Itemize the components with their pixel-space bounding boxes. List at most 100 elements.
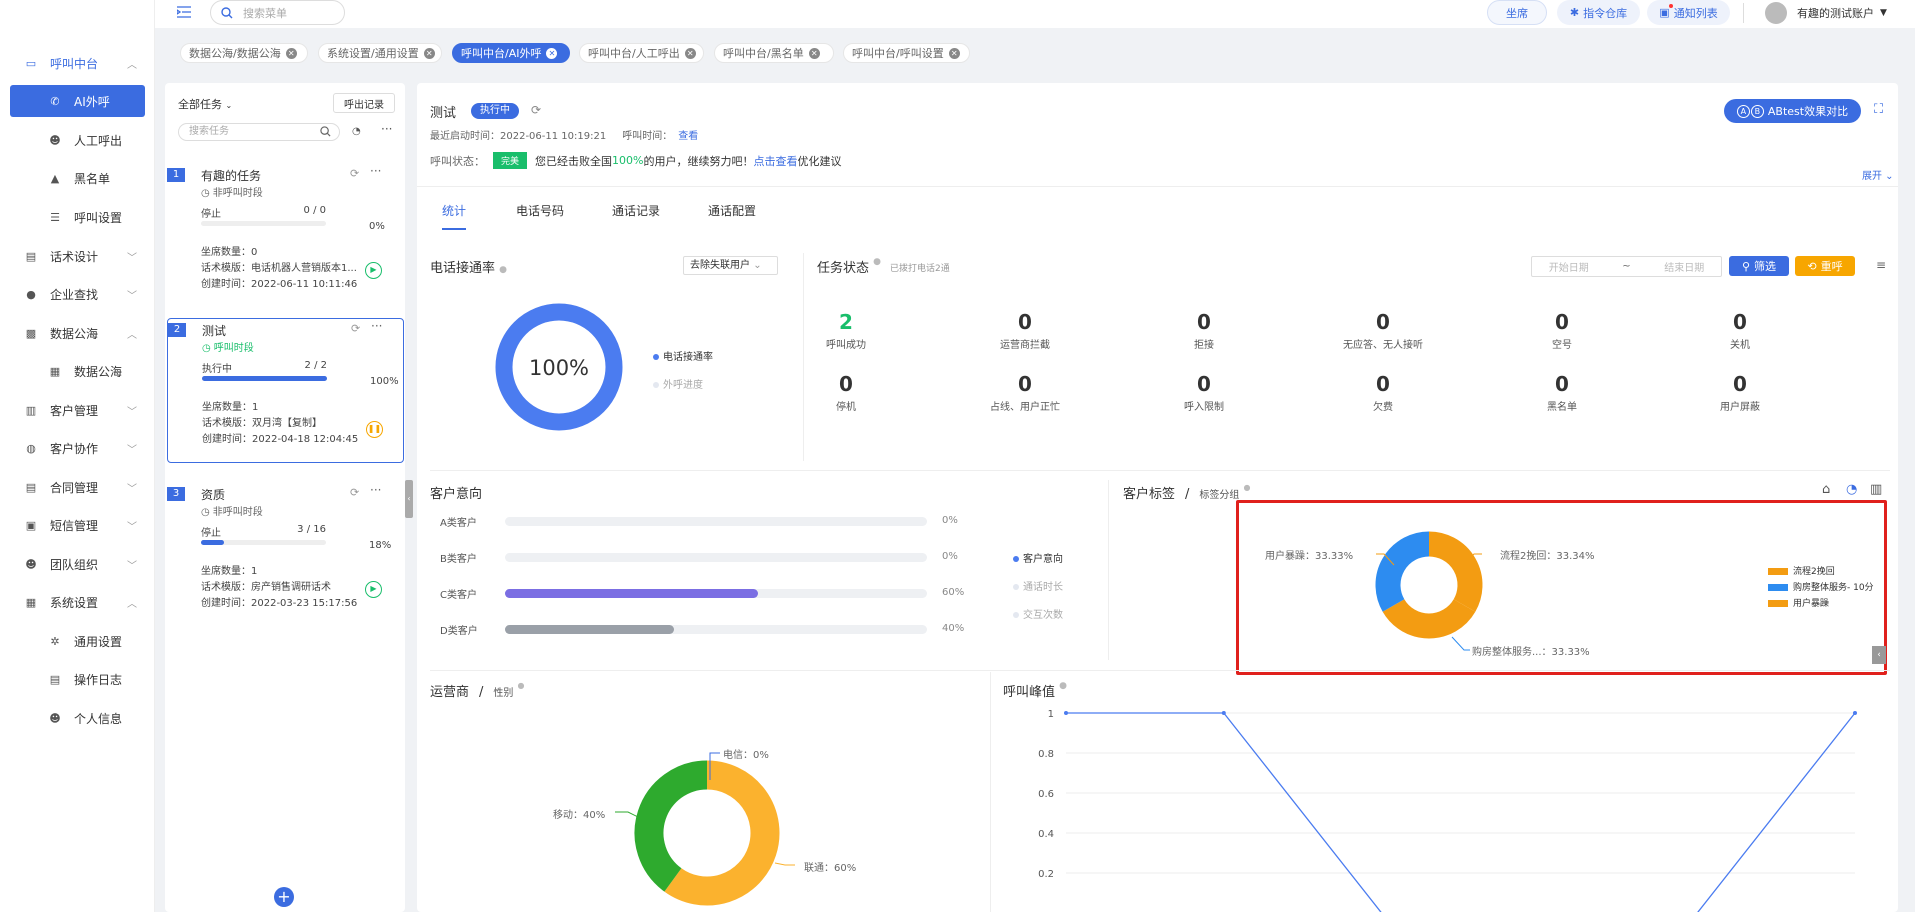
expand-link[interactable]: 展开 ⌄ — [1862, 167, 1894, 182]
fullscreen-icon[interactable]: ⛶ — [1874, 102, 1883, 117]
divider — [990, 672, 991, 912]
close-icon[interactable]: ✕ — [423, 47, 435, 59]
seat-button[interactable]: 坐席 — [1487, 0, 1547, 25]
tags-legend-item[interactable]: 流程2挽回 — [1768, 564, 1835, 577]
refresh-icon[interactable]: ⟳ — [350, 486, 359, 499]
tags-legend-item[interactable]: 购房整体服务- 10分 — [1768, 580, 1874, 593]
intent-legend-3[interactable]: 交互次数 — [1013, 606, 1063, 621]
subtab[interactable]: 通话记录 — [612, 202, 660, 219]
more-icon[interactable]: ··· — [381, 122, 392, 136]
exclude-lost-dropdown[interactable]: 去除失联用户 ⌄ — [683, 256, 778, 275]
close-icon[interactable]: ✕ — [285, 47, 297, 59]
refresh-icon[interactable]: ⟳ — [350, 167, 359, 180]
task-search-input[interactable]: 搜索任务 — [178, 123, 340, 141]
tab[interactable]: 数据公海/数据公海 ✕ — [180, 43, 308, 63]
pie-chart-icon[interactable]: ◔ — [1846, 482, 1857, 497]
legend-label: 购房整体服务- 10分 — [1793, 583, 1874, 593]
notification-list-button[interactable]: ▣ 通知列表 — [1647, 0, 1730, 25]
play-icon[interactable]: ▶ — [365, 262, 382, 279]
intent-legend-2[interactable]: 通话时长 — [1013, 578, 1063, 593]
tab[interactable]: 呼叫中台/黑名单 ✕ — [714, 43, 834, 63]
stat-label: 运营商拦截 — [1000, 340, 1050, 351]
menu-fold-icon[interactable] — [177, 6, 193, 20]
status-stat: 0 拒接 — [1144, 310, 1264, 351]
tag-icon[interactable]: ⌂ — [1822, 482, 1830, 497]
sidebar-item[interactable]: ▥ 客户管理 ﹀ — [10, 394, 145, 426]
sidebar-item[interactable]: ▲ 黑名单 — [10, 162, 145, 194]
close-icon[interactable]: ✕ — [546, 47, 558, 59]
bar-chart-icon[interactable]: ▥ — [1870, 482, 1882, 497]
more-icon[interactable]: ··· — [370, 164, 381, 178]
task-filter-dropdown[interactable]: 全部任务 ⌄ — [178, 96, 232, 112]
call-status-text-a: 您已经击败全国 — [535, 154, 613, 168]
close-icon[interactable]: ✕ — [808, 47, 820, 59]
recall-button[interactable]: ⟲ 重呼 — [1795, 256, 1855, 276]
call-records-button[interactable]: 呼出记录 — [333, 93, 395, 113]
connect-rate-title-label: 电话接通率 — [430, 261, 496, 276]
tab[interactable]: 呼叫中台/AI外呼 ✕ — [452, 43, 570, 63]
abtest-button[interactable]: AB ABtest效果对比 — [1724, 99, 1861, 123]
sidebar-item[interactable]: ▩ 数据公海 ︿ — [10, 317, 145, 349]
sidebar-item[interactable]: ▣ 短信管理 ﹀ — [10, 509, 145, 541]
subtab[interactable]: 通话配置 — [708, 202, 756, 219]
close-icon[interactable]: ✕ — [948, 47, 960, 59]
sidebar-item[interactable]: ☻ 团队组织 ﹀ — [10, 548, 145, 580]
sidebar-item[interactable]: ▭ 呼叫中台 ︿ — [10, 47, 145, 79]
subtab[interactable]: 电话号码 — [516, 202, 564, 219]
connect-rate-legend-2[interactable]: 外呼进度 — [653, 376, 703, 391]
play-icon[interactable]: ▶ — [365, 581, 382, 598]
menu-search[interactable]: 搜索菜单 — [210, 0, 345, 25]
tags-legend-item[interactable]: 用户暴躁 — [1768, 596, 1829, 609]
more-icon[interactable]: ··· — [371, 319, 382, 333]
connect-rate-legend-1[interactable]: 电话接通率 — [653, 348, 713, 363]
refresh-icon[interactable]: ⟳ — [351, 322, 360, 335]
sidebar-item[interactable]: ☻ 个人信息 — [10, 702, 145, 734]
task-progress-fill — [201, 540, 224, 545]
sidebar-item[interactable]: ▦ 数据公海 — [10, 355, 145, 387]
tab[interactable]: 呼叫中台/人工呼出 ✕ — [579, 43, 704, 63]
call-time-link[interactable]: 查看 — [678, 131, 698, 142]
sidebar-item[interactable]: ☻ 人工呼出 — [10, 124, 145, 156]
intent-track — [505, 625, 927, 634]
title-separator: / — [479, 685, 484, 700]
tags-subtitle[interactable]: 标签分组 — [1199, 490, 1239, 501]
command-warehouse-button[interactable]: ✱ 指令仓库 — [1557, 0, 1640, 25]
task-card[interactable]: 3 资质 ◷ 非呼叫时段 ⟳ ··· 停止 3 / 16 18% 坐席数量：1 话术模版：房产销售调… — [167, 483, 404, 618]
sidebar-item[interactable]: ▦ 系统设置 ︿ — [10, 586, 145, 618]
sort-icon[interactable]: ≡ — [1876, 258, 1886, 272]
sidebar-item[interactable]: ✆ AI外呼 — [10, 85, 145, 117]
optimize-link[interactable]: 点击查看 — [753, 153, 797, 169]
task-card[interactable]: 1 有趣的任务 ◷ 非呼叫时段 ⟳ ··· 停止 0 / 0 0% 坐席数量：0 话术模版：电话机器… — [167, 164, 404, 304]
filter-button[interactable]: ⚲ 筛选 — [1729, 256, 1789, 276]
date-range-picker[interactable]: 开始日期 ~ 结束日期 — [1531, 256, 1722, 277]
status-stat: 0 空号 — [1502, 310, 1622, 351]
task-title: 测试 — [430, 106, 457, 121]
sidebar-item[interactable]: ◍ 客户协作 ﹀ — [10, 432, 145, 464]
tab[interactable]: 系统设置/通用设置 ✕ — [318, 43, 442, 63]
id-card-icon: ▥ — [25, 403, 37, 417]
add-task-button[interactable]: + — [274, 887, 294, 907]
more-icon[interactable]: ··· — [370, 483, 381, 497]
person-icon: ☻ — [49, 711, 61, 725]
headset-icon[interactable]: ◔ — [352, 126, 361, 137]
sidebar-item[interactable]: ☰ 呼叫设置 — [10, 201, 145, 233]
close-icon[interactable]: ✕ — [684, 47, 696, 59]
refresh-icon[interactable]: ⟳ — [531, 103, 541, 117]
carrier-subtitle[interactable]: 性别 — [493, 688, 513, 699]
collapse-handle[interactable]: ‹ — [405, 480, 413, 518]
sidebar-item[interactable]: ▤ 话术设计 ﹀ — [10, 240, 145, 272]
subtab[interactable]: 统计 — [442, 202, 466, 230]
chevron-down-icon: ﹀ — [127, 521, 137, 533]
call-records-label: 呼出记录 — [344, 99, 384, 111]
sidebar-item[interactable]: ✲ 通用设置 — [10, 625, 145, 657]
pause-icon[interactable]: ❚❚ — [366, 421, 383, 438]
collapse-legend-handle[interactable]: ‹ — [1872, 646, 1886, 664]
account-menu[interactable]: 有趣的测试账户 ▼ — [1765, 0, 1887, 26]
tab[interactable]: 呼叫中台/呼叫设置 ✕ — [843, 43, 970, 63]
sidebar-item[interactable]: ● 企业查找 ﹀ — [10, 278, 145, 310]
intent-legend-1[interactable]: 客户意向 — [1013, 550, 1063, 565]
sidebar-item[interactable]: ▤ 合同管理 ﹀ — [10, 471, 145, 503]
sidebar-item[interactable]: ▤ 操作日志 — [10, 663, 145, 695]
legend-label: 外呼进度 — [663, 380, 703, 391]
task-card[interactable]: 2 测试 ◷ 呼叫时段 ⟳ ··· 执行中 2 / 2 100% 坐席数量：1 话术模版：双月湾【复… — [167, 318, 404, 463]
